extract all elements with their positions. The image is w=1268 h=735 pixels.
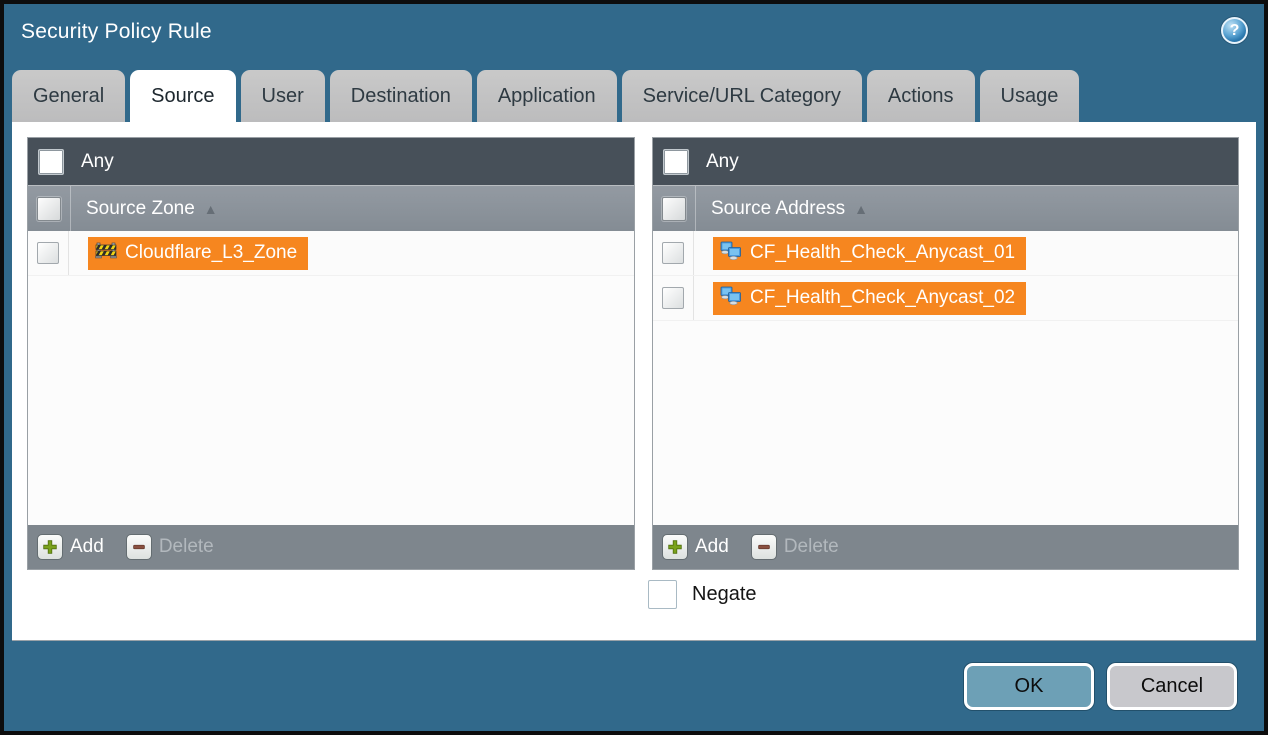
negate-label: Negate <box>692 583 757 605</box>
tab-source[interactable]: Source <box>130 70 236 122</box>
source-address-any-checkbox[interactable] <box>663 148 689 175</box>
source-address-select-all-checkbox[interactable] <box>662 196 686 221</box>
source-address-list: CF_Health_Check_Anycast_01 CF_Health_Che… <box>653 231 1238 525</box>
dialog-title: Security Policy Rule <box>21 20 212 43</box>
delete-button[interactable]: Delete <box>125 534 214 560</box>
row-checkbox[interactable] <box>662 287 684 309</box>
row-checkbox-cell <box>653 231 694 275</box>
source-zone-select-all-checkbox[interactable] <box>37 196 61 221</box>
tab-actions[interactable]: Actions <box>866 70 975 122</box>
source-zone-column-header[interactable]: Source Zone ▲ <box>28 185 634 231</box>
row-checkbox[interactable] <box>37 242 59 264</box>
security-policy-rule-dialog: Security Policy Rule ? General Source Us… <box>0 0 1268 735</box>
address-entry-label: CF_Health_Check_Anycast_02 <box>750 287 1016 308</box>
row-checkbox[interactable] <box>662 242 684 264</box>
sort-ascending-icon: ▲ <box>854 200 868 217</box>
add-button[interactable]: Add <box>37 534 104 560</box>
add-button-label: Add <box>695 536 729 557</box>
address-entry-label: CF_Health_Check_Anycast_01 <box>750 242 1016 263</box>
ok-button[interactable]: OK <box>964 663 1094 710</box>
source-address-column-title: Source Address <box>711 197 846 219</box>
source-address-toolbar: Add Delete <box>653 525 1238 569</box>
tab-destination[interactable]: Destination <box>329 70 472 122</box>
source-address-panel: Any Source Address ▲ CF_Health_Check_Any… <box>652 137 1239 570</box>
help-icon[interactable]: ? <box>1221 17 1248 44</box>
address-hosts-icon <box>720 286 742 311</box>
source-zone-list: Cloudflare_L3_Zone <box>28 231 634 525</box>
minus-icon <box>125 534 152 560</box>
negate-checkbox[interactable] <box>648 580 677 609</box>
row-checkbox-cell <box>653 276 694 320</box>
cancel-button[interactable]: Cancel <box>1107 663 1237 710</box>
minus-icon <box>750 534 777 560</box>
source-zone-toolbar: Add Delete <box>28 525 634 569</box>
tab-service-url-category[interactable]: Service/URL Category <box>621 70 862 122</box>
source-zone-any-checkbox[interactable] <box>38 148 64 175</box>
zone-entry-chip[interactable]: Cloudflare_L3_Zone <box>88 236 309 270</box>
delete-button-label: Delete <box>158 536 214 557</box>
table-row[interactable]: Cloudflare_L3_Zone <box>28 231 634 276</box>
add-button[interactable]: Add <box>662 534 729 560</box>
tab-user[interactable]: User <box>240 70 325 122</box>
tab-bar: General Source User Destination Applicat… <box>12 70 1080 122</box>
source-tab-content: Any Source Zone ▲ Cloudflare_L3_Zone Add… <box>12 122 1256 641</box>
source-zone-panel: Any Source Zone ▲ Cloudflare_L3_Zone Add… <box>27 137 635 570</box>
source-zone-any-label: Any <box>81 150 114 172</box>
tab-application[interactable]: Application <box>476 70 617 122</box>
source-address-column-header[interactable]: Source Address ▲ <box>653 185 1238 231</box>
source-address-any-label: Any <box>706 150 739 172</box>
zone-barrier-icon <box>95 242 117 265</box>
table-row[interactable]: CF_Health_Check_Anycast_01 <box>653 231 1238 276</box>
select-all-cell <box>653 186 696 231</box>
title-bar: Security Policy Rule ? <box>4 4 1264 66</box>
negate-row: Negate <box>648 580 757 609</box>
sort-ascending-icon: ▲ <box>203 200 218 217</box>
source-address-any-header: Any <box>653 138 1238 185</box>
table-row[interactable]: CF_Health_Check_Anycast_02 <box>653 276 1238 321</box>
address-hosts-icon <box>720 241 742 266</box>
select-all-cell <box>28 186 71 231</box>
zone-entry-label: Cloudflare_L3_Zone <box>125 242 298 263</box>
plus-icon <box>662 534 688 560</box>
tab-usage[interactable]: Usage <box>979 70 1080 122</box>
plus-icon <box>37 534 63 560</box>
source-zone-any-header: Any <box>28 138 634 185</box>
dialog-buttons: OK Cancel <box>964 663 1237 710</box>
source-zone-column-title: Source Zone <box>86 197 195 219</box>
delete-button-label: Delete <box>783 536 839 557</box>
row-checkbox-cell <box>28 231 69 275</box>
tab-general[interactable]: General <box>12 70 126 122</box>
delete-button[interactable]: Delete <box>750 534 839 560</box>
add-button-label: Add <box>70 536 104 557</box>
address-entry-chip[interactable]: CF_Health_Check_Anycast_02 <box>713 281 1027 315</box>
address-entry-chip[interactable]: CF_Health_Check_Anycast_01 <box>713 236 1027 270</box>
